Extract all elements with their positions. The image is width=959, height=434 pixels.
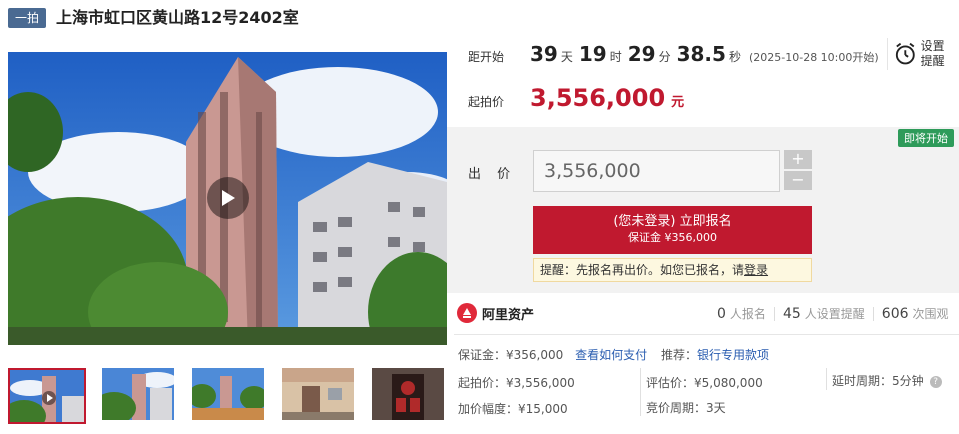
how-to-pay-link[interactable]: 查看如何支付 xyxy=(575,348,647,362)
bank-account-link[interactable]: 银行专用款项 xyxy=(697,348,769,362)
stat-views-label: 次围观 xyxy=(912,307,949,321)
login-link[interactable]: 登录 xyxy=(744,263,768,277)
start-time: (2025-10-28 10:00开始) xyxy=(748,51,879,64)
alarm-clock-icon xyxy=(895,42,915,65)
stat-divider xyxy=(872,306,874,321)
start-price-detail: 起拍价：¥3,556,000 xyxy=(458,376,575,390)
apply-button-deposit: 保证金 ¥356,000 xyxy=(628,231,717,244)
stat-signups-value: 0 xyxy=(717,306,726,322)
apply-now-button[interactable]: (您未登录) 立即报名 保证金 ¥356,000 xyxy=(533,206,812,254)
stat-views-value: 606 xyxy=(881,306,909,322)
days-unit: 天 xyxy=(560,50,573,64)
section-divider xyxy=(454,334,959,335)
start-price-value: 3,556,000 xyxy=(530,84,666,112)
thumbnail-1[interactable] xyxy=(8,368,86,424)
bid-panel: 即将开始 出 价 3,556,000 + − (您未登录) 立即报名 保证金 ¥… xyxy=(447,127,959,293)
status-badge: 即将开始 xyxy=(898,129,954,147)
countdown-hours: 19 xyxy=(578,42,607,66)
detail-divider xyxy=(640,368,641,416)
delay-period: 延时周期：5分钟? xyxy=(832,372,942,389)
thumbnail-2[interactable] xyxy=(102,368,180,424)
property-title: 上海市虹口区黄山路12号2402室 xyxy=(56,8,299,27)
detail-divider xyxy=(826,368,827,390)
stat-reminders-value: 45 xyxy=(782,306,801,322)
play-icon xyxy=(222,190,235,206)
countdown-row: 距开始 39 天 19 时 29 分 38.5 秒 (2025-10-28 10:00开… xyxy=(468,42,879,66)
thumbnail-3[interactable] xyxy=(192,368,270,424)
stat-reminders-label: 人设置提醒 xyxy=(804,307,865,321)
bid-increment: 加价幅度：¥15,000 xyxy=(458,402,568,416)
recommend-label: 推荐： xyxy=(660,348,697,362)
bid-period: 竞价周期：3天 xyxy=(646,401,726,415)
start-price-row: 起拍价 3,556,000 元 xyxy=(468,84,684,112)
bid-decrease-button[interactable]: − xyxy=(784,171,812,190)
ali-assets-logo-icon xyxy=(457,303,477,323)
countdown-days: 39 xyxy=(530,42,558,66)
stats-row: 0 人报名 45 人设置提醒 606 次围观 xyxy=(717,305,949,322)
help-icon[interactable]: ? xyxy=(929,375,942,388)
delay-period-text: 延时周期：5分钟 xyxy=(832,374,924,388)
hours-unit: 时 xyxy=(609,50,622,64)
deposit-text: 保证金：¥356,000 xyxy=(458,348,564,362)
start-price-label: 起拍价 xyxy=(468,95,505,109)
seconds-unit: 秒 xyxy=(728,50,741,64)
video-play-button[interactable] xyxy=(207,177,249,219)
set-reminder-button[interactable]: 设置提醒 xyxy=(887,38,947,70)
deposit-info: 保证金：¥356,000 查看如何支付 推荐：银行专用款项 xyxy=(458,346,769,363)
countdown-minutes: 29 xyxy=(627,42,656,66)
reminder-label: 设置提醒 xyxy=(920,39,945,68)
main-photo[interactable] xyxy=(8,52,447,345)
ali-assets-brand: 阿里资产 xyxy=(457,303,534,323)
bid-increase-button[interactable]: + xyxy=(784,150,812,169)
auction-round-tag: 一拍 xyxy=(8,8,46,28)
thumbnail-4[interactable] xyxy=(282,368,360,424)
brand-name: 阿里资产 xyxy=(482,307,535,323)
stat-divider xyxy=(773,306,775,321)
appraisal-price: 评估价：¥5,080,000 xyxy=(646,376,763,390)
countdown-label: 距开始 xyxy=(468,50,505,64)
bid-amount-input[interactable]: 3,556,000 xyxy=(533,150,780,192)
reminder-hint: 提醒：先报名再出价。如您已报名，请登录 xyxy=(533,258,812,282)
countdown-seconds: 38.5 xyxy=(676,42,726,66)
apply-button-label: (您未登录) 立即报名 xyxy=(613,214,732,229)
minutes-unit: 分 xyxy=(658,50,671,64)
stat-signups-label: 人报名 xyxy=(729,307,766,321)
bid-label: 出 价 xyxy=(468,167,517,182)
start-price-unit: 元 xyxy=(671,95,685,110)
hint-text: 提醒：先报名再出价。如您已报名，请 xyxy=(540,263,745,277)
thumbnail-5[interactable] xyxy=(372,368,450,424)
